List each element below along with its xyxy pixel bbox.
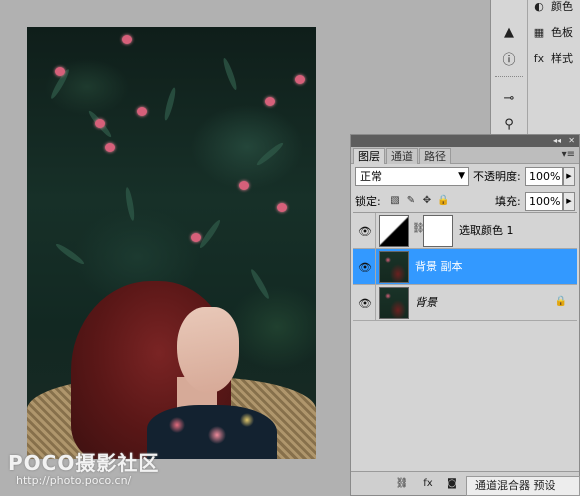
dock-separator — [495, 76, 523, 79]
layer-name: 背景 副本 — [415, 260, 463, 273]
dock-item-color[interactable]: ◐ 颜色 — [531, 0, 573, 16]
chevron-down-icon: ▼ — [458, 171, 465, 181]
swatches-icon: ▦ — [533, 25, 545, 39]
opacity-label: 不透明度: — [473, 170, 521, 183]
flower-shape — [191, 233, 201, 242]
info-icon[interactable]: ⓘ — [499, 48, 519, 68]
dock-item-label: 色板 — [551, 26, 573, 39]
leaf-shape — [255, 140, 285, 168]
flower-shape — [105, 143, 115, 152]
divider — [375, 249, 376, 285]
layers-list: 👁 ⛓ 选取颜色 1 👁 背景 副本 👁 背景 🔒 — [353, 212, 577, 466]
flower-shape — [277, 203, 287, 212]
blend-mode-select[interactable]: 正常 ▼ — [355, 167, 469, 186]
collapse-icon[interactable]: ◂◂ — [553, 135, 561, 147]
layer-name: 背景 — [415, 296, 437, 309]
panel-menu-icon[interactable]: ▾≡ — [562, 147, 575, 163]
blend-mode-value: 正常 — [360, 170, 382, 183]
palette-icon: ◐ — [534, 0, 544, 13]
layers-panel: ◂◂ ✕ 图层 通道 路径 ▾≡ 正常 ▼ 不透明度: 100% ▶ 锁定: ▧… — [350, 134, 580, 496]
panel-tabs: 图层 通道 路径 ▾≡ — [351, 147, 579, 164]
leaf-shape — [197, 218, 223, 250]
lock-pixels-icon[interactable]: ✎ — [405, 195, 417, 207]
fx-icon[interactable]: fx — [419, 476, 437, 492]
mask-thumbnail[interactable] — [423, 215, 453, 247]
flower-shape — [239, 181, 249, 190]
flower-shape — [122, 35, 132, 44]
navigator-icon[interactable]: ▲ — [499, 22, 519, 42]
fill-label: 填充: — [495, 195, 521, 208]
close-icon[interactable]: ✕ — [568, 135, 575, 147]
fill-field[interactable]: 100% — [525, 192, 563, 211]
styles-icon: fx — [533, 51, 545, 65]
dock-item-styles[interactable]: fx 样式 — [531, 48, 573, 68]
adjustment-thumbnail[interactable] — [379, 215, 409, 247]
tab-paths[interactable]: 路径 — [419, 148, 451, 164]
face-shape — [177, 307, 239, 393]
brush-preset-icon[interactable]: ⊸ — [499, 88, 519, 108]
lock-label: 锁定: — [355, 195, 381, 208]
watermark-logo: POCO摄影社区 — [8, 451, 160, 475]
layer-thumbnail[interactable] — [379, 287, 409, 319]
layer-name: 选取颜色 1 — [459, 224, 514, 237]
flower-shape — [295, 75, 305, 84]
leaf-shape — [221, 56, 239, 92]
leaf-shape — [162, 86, 178, 122]
dock-item-swatches[interactable]: ▦ 色板 — [531, 22, 573, 42]
adjustments-presets-strip[interactable]: 通道混合器 预设 — [466, 476, 580, 496]
mask-icon[interactable]: ◙ — [443, 476, 461, 492]
dress-shape — [147, 405, 277, 459]
leaf-shape — [54, 241, 86, 267]
layer-row-background[interactable]: 👁 背景 🔒 — [353, 285, 577, 321]
divider — [375, 285, 376, 321]
watermark-url: http://photo.poco.cn/ — [16, 474, 132, 487]
link-icon[interactable]: ⛓ — [393, 476, 411, 492]
dock-item-label: 样式 — [551, 52, 573, 65]
lock-position-icon[interactable]: ✥ — [421, 195, 433, 207]
watermark: POCO摄影社区 http://photo.poco.cn/ — [8, 452, 208, 492]
layer-thumbnail[interactable] — [379, 251, 409, 283]
eye-icon[interactable]: 👁 — [357, 259, 373, 275]
photo-image — [27, 27, 316, 459]
divider — [375, 213, 376, 249]
fill-slider-button[interactable]: ▶ — [563, 192, 575, 211]
opacity-slider-button[interactable]: ▶ — [563, 167, 575, 186]
tool-preset-icon[interactable]: ⚲ — [499, 114, 519, 134]
dock-divider — [527, 0, 528, 134]
lock-icon: 🔒 — [554, 296, 567, 307]
leaf-shape — [124, 186, 136, 222]
eye-icon[interactable]: 👁 — [357, 295, 373, 311]
flower-shape — [55, 67, 65, 76]
tab-layers[interactable]: 图层 — [353, 148, 385, 164]
dock-item-label: 颜色 — [551, 0, 573, 13]
eye-icon[interactable]: 👁 — [357, 223, 373, 239]
flower-shape — [137, 107, 147, 116]
leaf-shape — [248, 267, 272, 301]
layer-row-selective-color[interactable]: 👁 ⛓ 选取颜色 1 — [353, 213, 577, 249]
lock-all-icon[interactable]: 🔒 — [437, 195, 449, 207]
lock-row: 锁定: ▧ ✎ ✥ 🔒 填充: 100% ▶ — [355, 192, 577, 212]
panel-dock: ▲ ⓘ ⊸ ⚲ ◐ 颜色 ▦ 色板 fx 样式 — [490, 0, 580, 134]
layer-row-background-copy[interactable]: 👁 背景 副本 — [353, 249, 577, 285]
flower-shape — [95, 119, 105, 128]
lock-transparency-icon[interactable]: ▧ — [389, 195, 401, 207]
panel-titlebar: ◂◂ ✕ — [351, 135, 579, 147]
tab-channels[interactable]: 通道 — [386, 148, 418, 164]
opacity-field[interactable]: 100% — [525, 167, 563, 186]
blend-row: 正常 ▼ 不透明度: 100% ▶ — [355, 167, 577, 187]
flower-shape — [265, 97, 275, 106]
